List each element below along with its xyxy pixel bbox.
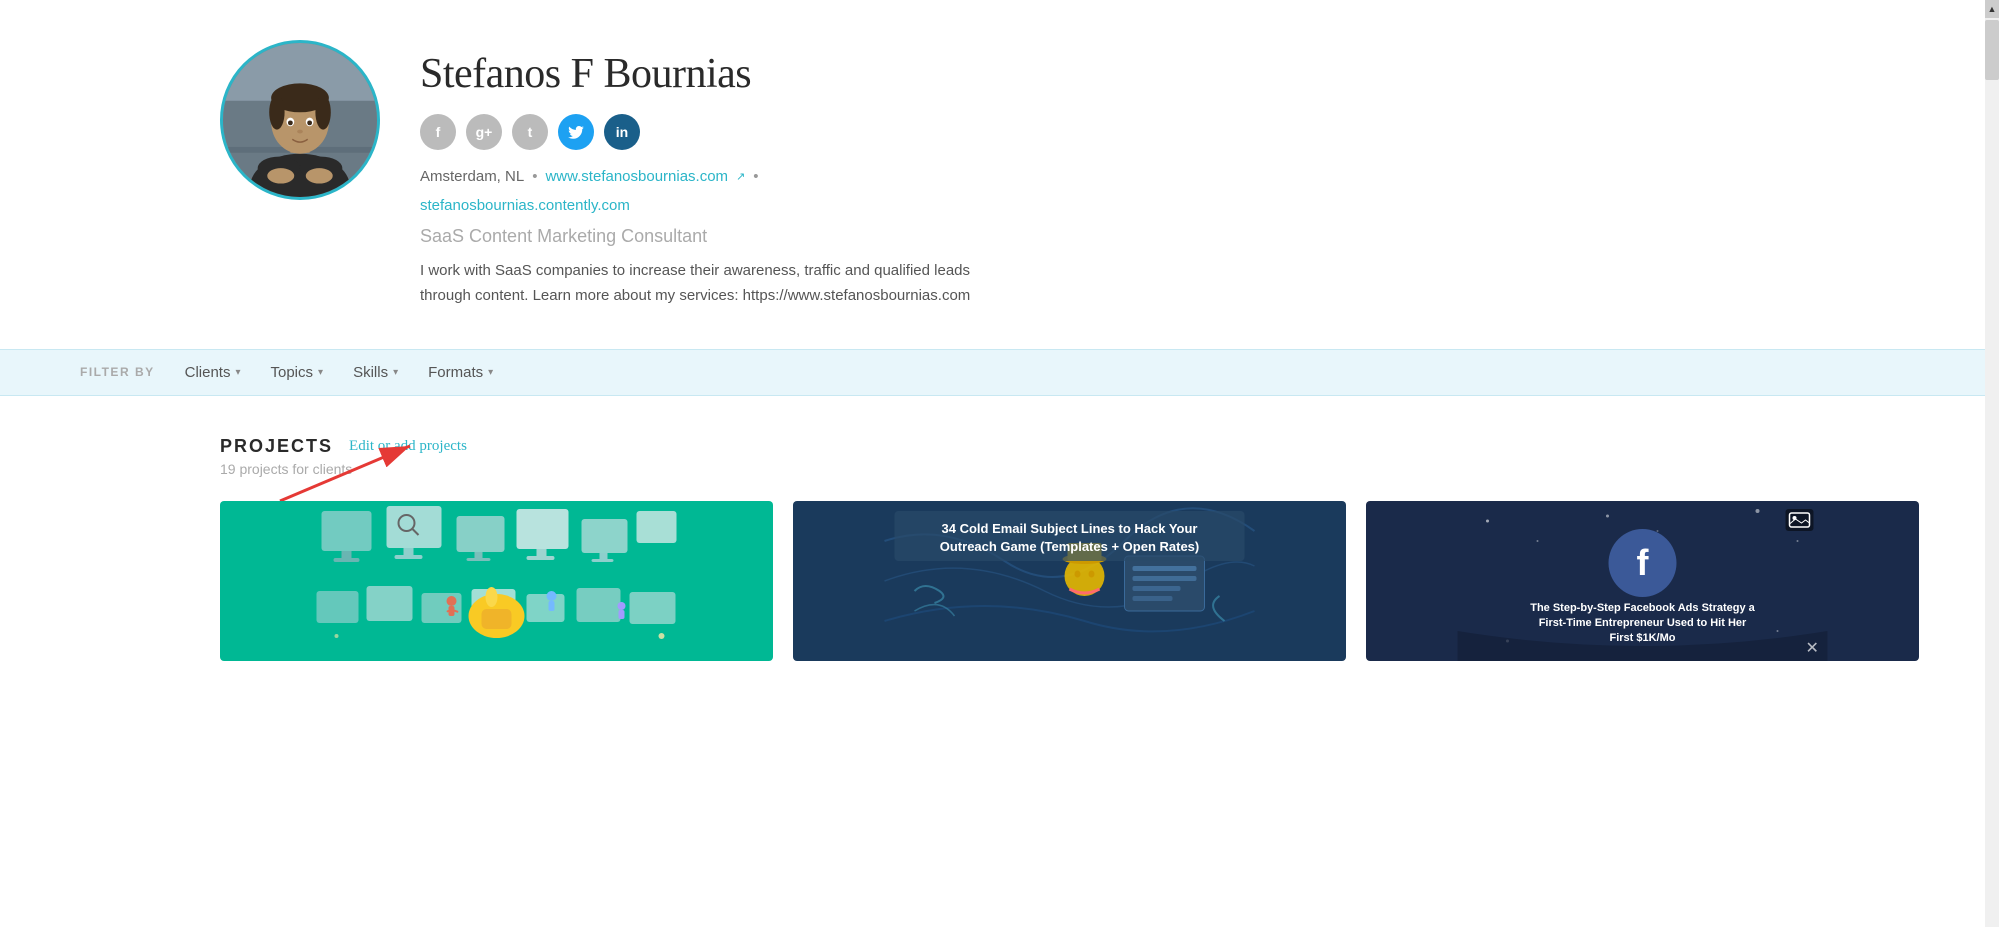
skills-label: Skills	[353, 364, 388, 381]
svg-text:First-Time Entrepreneur Used t: First-Time Entrepreneur Used to Hit Her	[1539, 617, 1747, 629]
scrollbar-up-button[interactable]: ▲	[1985, 0, 1999, 18]
separator-dot: •	[532, 168, 537, 185]
svg-text:34 Cold Email Subject Lines to: 34 Cold Email Subject Lines to Hack Your	[942, 521, 1198, 536]
card-image-2: 34 Cold Email Subject Lines to Hack Your…	[793, 501, 1346, 661]
website-link[interactable]: www.stefanosbournias.com	[545, 168, 728, 185]
svg-text:The Step-by-Step Facebook Ads: The Step-by-Step Facebook Ads Strategy a	[1530, 602, 1755, 614]
project-card-2[interactable]: 34 Cold Email Subject Lines to Hack Your…	[793, 501, 1346, 661]
linkedin-icon[interactable]: in	[604, 114, 640, 150]
topics-chevron: ▾	[318, 367, 323, 378]
projects-header: PROJECTS Edit or add projects	[220, 436, 1919, 457]
scrollbar-thumb[interactable]	[1985, 20, 1999, 80]
profile-title: SaaS Content Marketing Consultant	[420, 226, 1919, 247]
avatar-wrapper	[220, 40, 380, 200]
svg-text:Outreach Game (Templates + Ope: Outreach Game (Templates + Open Rates)	[940, 539, 1199, 554]
card-image-3: f The Step-by-Step Facebook Ads Strategy…	[1366, 501, 1919, 661]
scrollbar[interactable]: ▲	[1985, 0, 1999, 927]
clients-dropdown[interactable]: Clients ▾	[185, 364, 241, 381]
profile-info: Stefanos F Bournias f g+ t in Amsterdam,…	[420, 40, 1919, 309]
topics-label: Topics	[271, 364, 314, 381]
contently-link[interactable]: stefanosbournias.contently.com	[420, 197, 1919, 214]
projects-grid: 34 Cold Email Subject Lines to Hack Your…	[220, 501, 1919, 661]
formats-label: Formats	[428, 364, 483, 381]
profile-section: Stefanos F Bournias f g+ t in Amsterdam,…	[0, 0, 1999, 349]
facebook-icon[interactable]: f	[420, 114, 456, 150]
profile-name: Stefanos F Bournias	[420, 50, 1919, 98]
formats-chevron: ▾	[488, 367, 493, 378]
svg-text:✕: ✕	[1806, 640, 1819, 657]
googleplus-icon[interactable]: g+	[466, 114, 502, 150]
external-link-icon: ↗	[736, 170, 745, 183]
projects-count: 19 projects for clients	[220, 461, 1919, 477]
avatar	[220, 40, 380, 200]
twitter-icon[interactable]	[558, 114, 594, 150]
skills-chevron: ▾	[393, 367, 398, 378]
card-image-1	[220, 501, 773, 661]
clients-chevron: ▾	[235, 367, 240, 378]
skills-dropdown[interactable]: Skills ▾	[353, 364, 398, 381]
project-card-3[interactable]: f The Step-by-Step Facebook Ads Strategy…	[1366, 501, 1919, 661]
project-card-1[interactable]	[220, 501, 773, 661]
projects-section: PROJECTS Edit or add projects 19 project…	[0, 396, 1999, 701]
projects-title: PROJECTS	[220, 436, 333, 457]
clients-label: Clients	[185, 364, 231, 381]
social-icons: f g+ t in	[420, 114, 1919, 150]
location-text: Amsterdam, NL	[420, 168, 524, 185]
filter-bar: FILTER BY Clients ▾ Topics ▾ Skills ▾ Fo…	[0, 349, 1999, 396]
filter-by-label: FILTER BY	[80, 365, 155, 379]
location-links: Amsterdam, NL • www.stefanosbournias.com…	[420, 168, 1919, 185]
svg-text:First $1K/Mo: First $1K/Mo	[1609, 632, 1675, 644]
tumblr-icon[interactable]: t	[512, 114, 548, 150]
formats-dropdown[interactable]: Formats ▾	[428, 364, 493, 381]
topics-dropdown[interactable]: Topics ▾	[271, 364, 324, 381]
edit-projects-link[interactable]: Edit or add projects	[349, 438, 467, 455]
separator-dot-2: •	[753, 168, 758, 185]
profile-bio: I work with SaaS companies to increase t…	[420, 259, 980, 309]
svg-text:f: f	[1637, 542, 1650, 583]
